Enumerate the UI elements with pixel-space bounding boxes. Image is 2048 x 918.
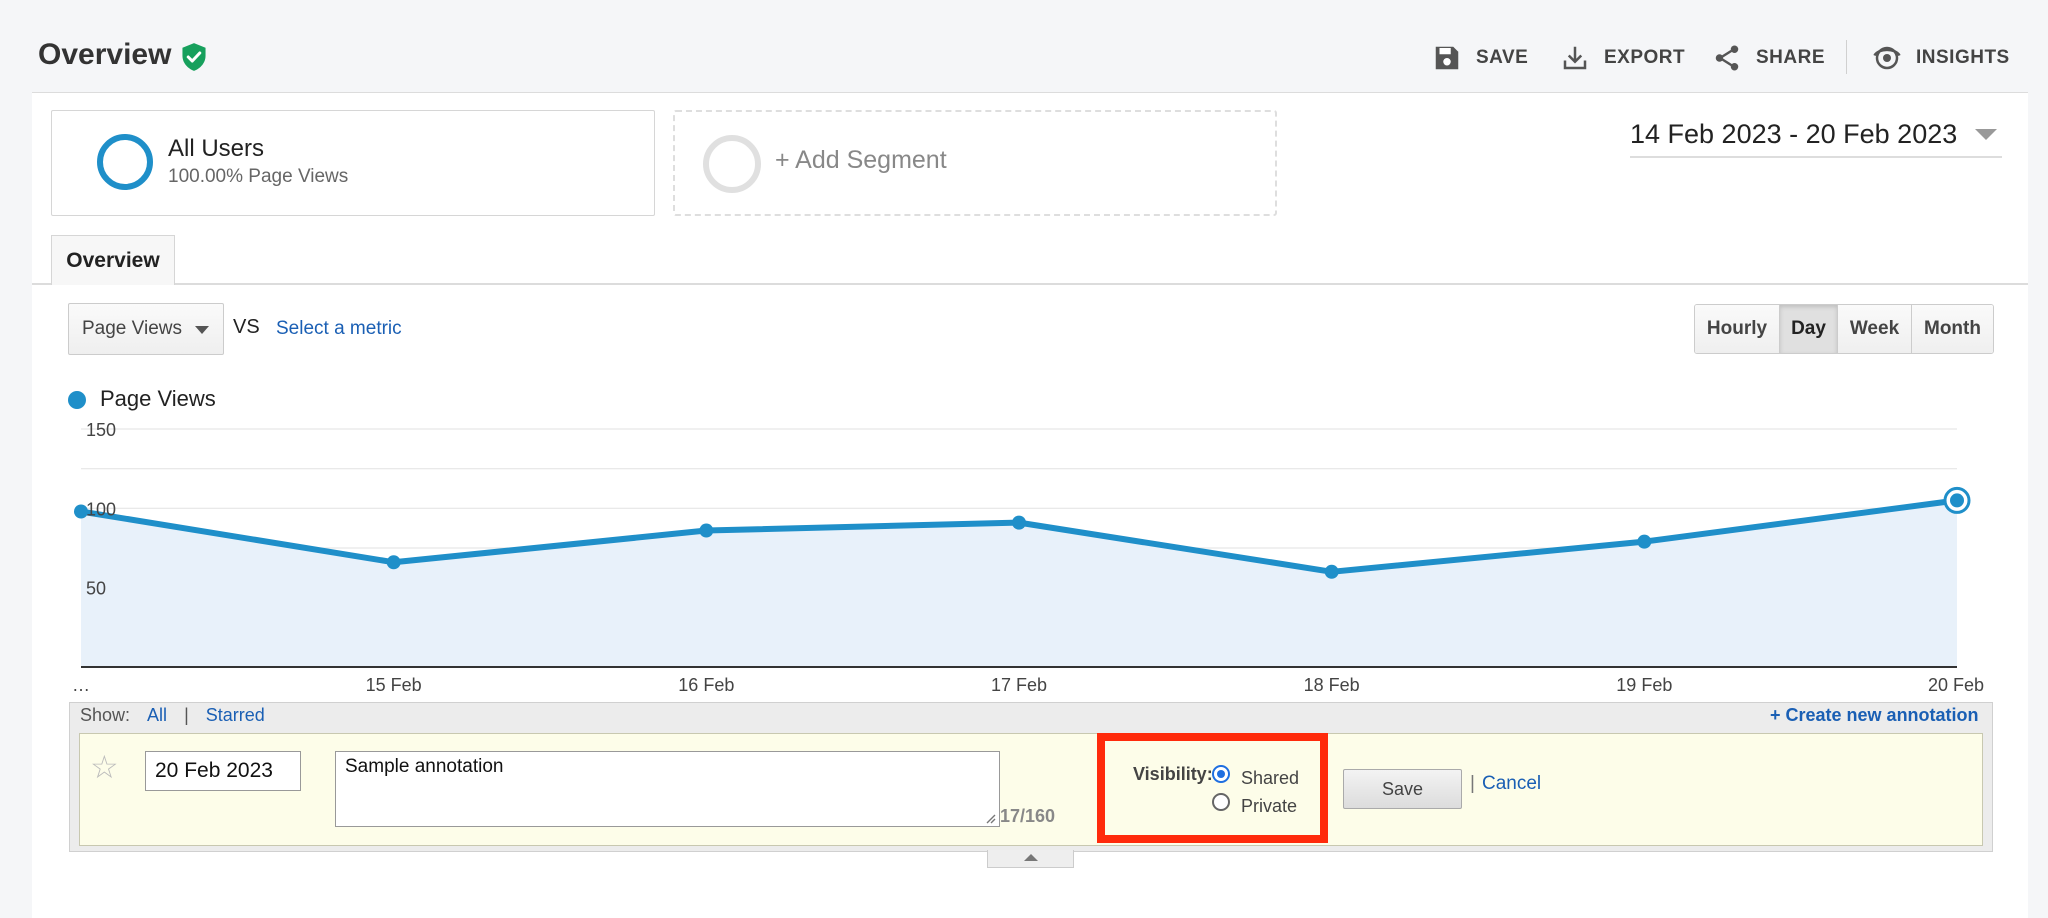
- data-point[interactable]: [1012, 515, 1026, 530]
- character-count: 17/160: [1000, 806, 1056, 826]
- x-tick-label: …: [72, 675, 90, 695]
- show-starred-link[interactable]: Starred: [206, 705, 265, 725]
- annotation-date-input[interactable]: [145, 751, 301, 791]
- x-tick-label: 18 Feb: [1304, 675, 1360, 695]
- annotation-cancel-link[interactable]: Cancel: [1482, 773, 1541, 795]
- x-tick-label: 20 Feb: [1928, 675, 1984, 695]
- action-separator: |: [1470, 773, 1475, 794]
- annotation-save-button[interactable]: Save: [1343, 769, 1462, 809]
- y-tick-label: 50: [86, 579, 106, 599]
- filter-separator: |: [184, 705, 189, 725]
- data-point[interactable]: [1324, 564, 1339, 579]
- annotation-text-input[interactable]: Sample annotation: [335, 751, 1000, 827]
- annotation-filter: Show: All | Starred: [80, 705, 265, 726]
- y-tick-label: 150: [86, 420, 116, 440]
- data-point[interactable]: [1637, 534, 1652, 549]
- x-tick-label: 17 Feb: [991, 675, 1047, 695]
- collapse-annotations-toggle[interactable]: [987, 850, 1074, 868]
- data-point[interactable]: [699, 523, 714, 538]
- y-tick-label: 100: [86, 499, 116, 519]
- show-label: Show:: [80, 705, 131, 725]
- star-icon[interactable]: ☆: [90, 748, 119, 786]
- create-annotation-link[interactable]: + Create new annotation: [1770, 705, 1979, 726]
- resize-grip-icon[interactable]: [984, 812, 996, 824]
- data-point[interactable]: [1950, 493, 1964, 508]
- x-tick-label: 15 Feb: [366, 675, 422, 695]
- highlight-box: [1097, 733, 1328, 843]
- show-all-link[interactable]: All: [147, 705, 167, 725]
- data-point[interactable]: [386, 555, 401, 570]
- x-tick-label: 19 Feb: [1616, 675, 1672, 695]
- x-tick-label: 16 Feb: [678, 675, 734, 695]
